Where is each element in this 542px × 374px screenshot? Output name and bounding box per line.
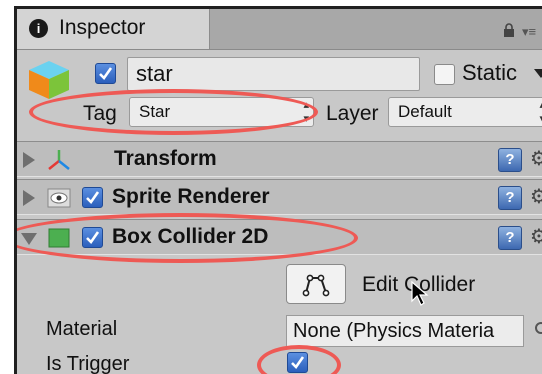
component-sprite-renderer[interactable]: Sprite Renderer ? ⚙	[17, 179, 542, 215]
layer-label: Layer	[326, 102, 379, 125]
material-field[interactable]: None (Physics Materia	[286, 315, 524, 347]
is-trigger-checkbox[interactable]	[287, 352, 308, 373]
layer-dropdown[interactable]: Default ▴▾	[388, 97, 542, 127]
checkmark-icon	[82, 187, 103, 208]
checkmark-icon	[95, 63, 116, 84]
mouse-cursor-icon	[411, 281, 429, 306]
is-trigger-label: Is Trigger	[46, 353, 130, 374]
tab-inspector[interactable]: i Inspector	[17, 9, 210, 49]
tag-value: Star	[139, 102, 171, 121]
checkmark-icon	[287, 352, 308, 373]
foldout-arrow-icon[interactable]	[21, 233, 37, 245]
inspector-window: i Inspector ▾≡ star Static Tag Star ▴ ▾ L…	[14, 6, 542, 374]
layer-value: Default	[398, 102, 452, 121]
edit-collider-button[interactable]	[286, 264, 346, 304]
object-name-input[interactable]: star	[127, 57, 420, 91]
static-checkbox[interactable]	[434, 64, 455, 85]
dropdown-arrows-icon: ▴▾	[303, 99, 309, 125]
tag-dropdown[interactable]: Star ▴ ▾	[129, 97, 314, 127]
box-collider-enabled-checkbox[interactable]	[82, 227, 103, 248]
help-icon[interactable]: ?	[498, 226, 522, 250]
tag-label: Tag	[83, 102, 117, 125]
component-title: Box Collider 2D	[112, 225, 269, 248]
lock-icon[interactable]	[503, 23, 515, 37]
material-label: Material	[46, 318, 118, 340]
checkmark-icon	[82, 227, 103, 248]
edit-collider-icon	[302, 274, 330, 297]
gear-icon[interactable]: ⚙	[530, 184, 542, 209]
component-title: Sprite Renderer	[112, 185, 270, 208]
help-icon[interactable]: ?	[498, 186, 522, 210]
gear-icon[interactable]: ⚙	[530, 146, 542, 171]
help-icon[interactable]: ?	[498, 148, 522, 172]
tab-strip: i Inspector ▾≡	[17, 9, 542, 50]
transform-axes-icon	[48, 150, 70, 170]
tab-menu-icon[interactable]: ▾≡	[522, 24, 536, 40]
static-label: Static	[462, 60, 518, 85]
foldout-arrow-icon[interactable]	[23, 152, 35, 168]
info-icon: i	[29, 19, 48, 38]
gear-icon[interactable]: ⚙	[530, 224, 542, 249]
active-checkbox[interactable]	[95, 63, 116, 84]
box-collider-icon	[48, 228, 70, 248]
component-box-collider-2d[interactable]: Box Collider 2D ? ⚙	[17, 219, 542, 255]
tab-inspector-label: Inspector	[59, 16, 146, 39]
sprite-renderer-icon	[47, 188, 71, 208]
sprite-renderer-enabled-checkbox[interactable]	[82, 187, 103, 208]
component-transform[interactable]: Transform ? ⚙	[17, 141, 542, 177]
object-picker-icon[interactable]	[535, 322, 542, 334]
static-dropdown-icon[interactable]	[534, 69, 542, 78]
foldout-arrow-icon[interactable]	[23, 190, 35, 206]
component-title: Transform	[114, 147, 217, 170]
gameobject-cube-icon	[29, 61, 69, 99]
